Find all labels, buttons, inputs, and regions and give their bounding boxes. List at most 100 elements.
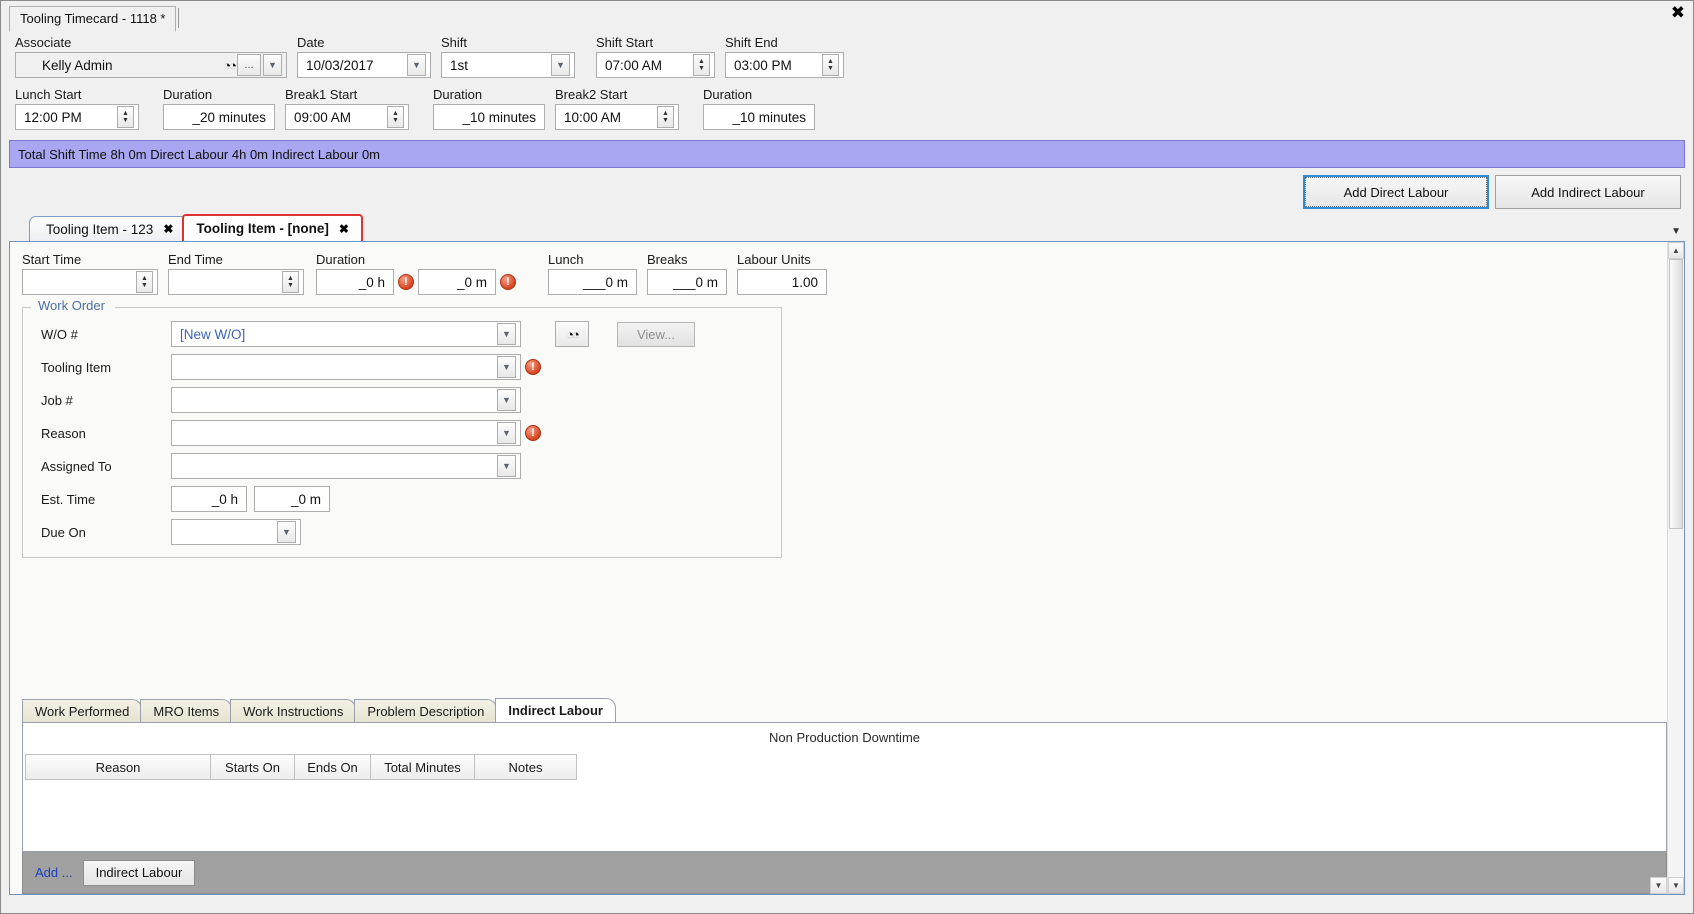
labour-units-input[interactable]: 1.00 — [737, 269, 827, 295]
due-on-input[interactable]: ▼ — [171, 519, 301, 545]
assigned-to-input[interactable]: ▼ — [171, 453, 521, 479]
lunch-start-input[interactable]: 12:00 PM ▲ ▼ — [15, 104, 139, 130]
panel-scroll-down-icon[interactable]: ▼ — [1650, 877, 1667, 894]
add-indirect-labour-button[interactable]: Add Indirect Labour — [1495, 175, 1681, 209]
break1-start-value: 09:00 AM — [294, 109, 352, 125]
tooling-item-input[interactable]: ▼ — [171, 354, 521, 380]
tooling-item-tab-none[interactable]: Tooling Item - [none] ✖ — [182, 214, 363, 241]
job-number-input[interactable]: ▼ — [171, 387, 521, 413]
break2-duration-input[interactable]: _10 minutes — [703, 104, 815, 130]
lunch-start-value: 12:00 PM — [24, 109, 82, 125]
work-order-group-title: Work Order — [33, 298, 110, 313]
end-time-spinner[interactable]: ▲ ▼ — [282, 271, 299, 293]
due-on-label: Due On — [41, 524, 86, 540]
date-chevron-down-icon[interactable]: ▼ — [407, 54, 426, 76]
break2-start-input[interactable]: 10:00 AM ▲ ▼ — [555, 104, 679, 130]
wo-number-chevron-down-icon[interactable]: ▼ — [497, 323, 516, 345]
grid-column-notes[interactable]: Notes — [475, 754, 577, 780]
close-icon[interactable]: ✖ — [339, 222, 349, 236]
duration-label: Duration — [316, 252, 366, 267]
scroll-down-icon[interactable]: ▼ — [1668, 877, 1684, 894]
reason-input[interactable]: ▼ — [171, 420, 521, 446]
associate-value: Kelly Admin — [42, 57, 113, 73]
tab-work-instructions[interactable]: Work Instructions — [230, 699, 357, 722]
header-row-1: Associate Kelly Admin ◔◔ ... ▼ Date 10/0… — [15, 35, 1679, 78]
tooling-item-tabstrip: Tooling Item - 123 ✖ Tooling Item - [non… — [9, 214, 1685, 241]
duration-minutes-input[interactable]: _0 m — [418, 269, 496, 295]
associate-ellipsis-label: ... — [244, 59, 254, 71]
duration-hours-value: _0 h — [358, 274, 385, 290]
break2-start-spinner[interactable]: ▲ ▼ — [657, 106, 674, 128]
break1-start-spinner[interactable]: ▲ ▼ — [387, 106, 404, 128]
field-duration: Duration _0 h ! _0 m ! — [316, 252, 548, 295]
lunch-duration-input[interactable]: _20 minutes — [163, 104, 275, 130]
shift-value: 1st — [450, 57, 469, 73]
scroll-up-icon[interactable]: ▲ — [1668, 242, 1684, 259]
reason-chevron-down-icon[interactable]: ▼ — [497, 422, 516, 444]
due-on-chevron-down-icon[interactable]: ▼ — [277, 521, 296, 543]
date-input[interactable]: 10/03/2017 ▼ — [297, 52, 431, 78]
grid-column-reason[interactable]: Reason — [25, 754, 211, 780]
wo-search-binoculars-icon[interactable]: ◔◔ — [555, 321, 589, 347]
est-time-minutes-input[interactable]: _0 m — [254, 486, 330, 512]
shift-start-input[interactable]: 07:00 AM ▲ ▼ — [596, 52, 715, 78]
tooling-item-tab-none-label: Tooling Item - [none] — [196, 221, 329, 236]
tooling-item-label: Tooling Item — [41, 359, 112, 375]
job-number-chevron-down-icon[interactable]: ▼ — [497, 389, 516, 411]
close-icon[interactable]: ✖ — [163, 222, 173, 236]
wo-view-button[interactable]: View... — [617, 321, 695, 347]
break1-duration-input[interactable]: _10 minutes — [433, 104, 545, 130]
header-row-2: Lunch Start 12:00 PM ▲ ▼ Duration _20 min… — [15, 87, 1679, 130]
shift-chevron-down-icon[interactable]: ▼ — [551, 54, 570, 76]
tooling-item-chevron-down-icon[interactable]: ▼ — [497, 356, 516, 378]
duration-hours-input[interactable]: _0 h — [316, 269, 394, 295]
tab-work-performed[interactable]: Work Performed — [22, 699, 143, 722]
close-icon[interactable]: ✖ — [1671, 5, 1685, 22]
detail-panel-scrollbar[interactable]: ▲ ▼ — [1667, 242, 1684, 894]
assigned-to-chevron-down-icon[interactable]: ▼ — [497, 455, 516, 477]
error-icon: ! — [500, 274, 516, 290]
lunch-input[interactable]: ___0 m — [548, 269, 637, 295]
start-time-spinner[interactable]: ▲ ▼ — [136, 271, 153, 293]
titlebar: Tooling Timecard - 1118 * ✖ — [1, 1, 1693, 32]
labour-units-value: 1.00 — [791, 274, 818, 290]
breaks-label: Breaks — [647, 252, 688, 267]
grid-column-ends-on[interactable]: Ends On — [295, 754, 371, 780]
tab-indirect-labour[interactable]: Indirect Labour — [495, 698, 616, 722]
lunch-start-spinner[interactable]: ▲ ▼ — [117, 106, 134, 128]
start-time-input[interactable]: ▲ ▼ — [22, 269, 158, 295]
break2-start-label: Break2 Start — [555, 87, 628, 102]
grid-column-total-minutes[interactable]: Total Minutes — [371, 754, 475, 780]
shift-end-input[interactable]: 03:00 PM ▲ ▼ — [725, 52, 844, 78]
break1-start-input[interactable]: 09:00 AM ▲ ▼ — [285, 104, 409, 130]
tab-mro-items[interactable]: MRO Items — [140, 699, 233, 722]
add-direct-labour-button[interactable]: Add Direct Labour — [1303, 175, 1489, 209]
associate-chevron-down-icon[interactable]: ▼ — [263, 54, 282, 76]
scrollbar-thumb[interactable] — [1669, 259, 1683, 529]
est-time-hours-input[interactable]: _0 h — [171, 486, 247, 512]
work-order-row-reason: Reason ▼ ! — [23, 420, 781, 446]
breaks-input[interactable]: ___0 m — [647, 269, 727, 295]
indirect-labour-footer-button[interactable]: Indirect Labour — [82, 859, 196, 886]
binoculars-icon[interactable]: ◔◔ — [223, 58, 237, 73]
end-time-input[interactable]: ▲ ▼ — [168, 269, 304, 295]
detail-bottom-tabstrip: Work Performed MRO Items Work Instructio… — [22, 698, 1667, 722]
field-start-time: Start Time ▲ ▼ — [22, 252, 168, 295]
document-tab-tooling-timecard[interactable]: Tooling Timecard - 1118 * — [9, 6, 177, 32]
shift-end-spinner[interactable]: ▲ ▼ — [822, 54, 839, 76]
work-order-group: Work Order W/O # [New W/O] ▼ ◔◔ View... — [22, 298, 782, 558]
shift-start-spinner[interactable]: ▲ ▼ — [693, 54, 710, 76]
associate-ellipsis-button[interactable]: ... — [237, 54, 261, 76]
lunch-start-label: Lunch Start — [15, 87, 82, 102]
wo-number-input[interactable]: [New W/O] ▼ — [171, 321, 521, 347]
tab-problem-description[interactable]: Problem Description — [354, 699, 498, 722]
tabstrip-overflow-chevron-down-icon[interactable]: ▼ — [1671, 226, 1681, 237]
add-row-link[interactable]: Add ... — [35, 865, 73, 880]
est-time-label: Est. Time — [41, 491, 96, 507]
associate-input[interactable]: Kelly Admin ◔◔ ... ▼ — [15, 52, 287, 78]
tooling-item-tab-123[interactable]: Tooling Item - 123 ✖ — [29, 216, 189, 241]
shift-input[interactable]: 1st ▼ — [441, 52, 575, 78]
scrollbar-track[interactable] — [1668, 259, 1684, 877]
grid-column-starts-on[interactable]: Starts On — [211, 754, 295, 780]
shift-start-label: Shift Start — [596, 35, 654, 50]
